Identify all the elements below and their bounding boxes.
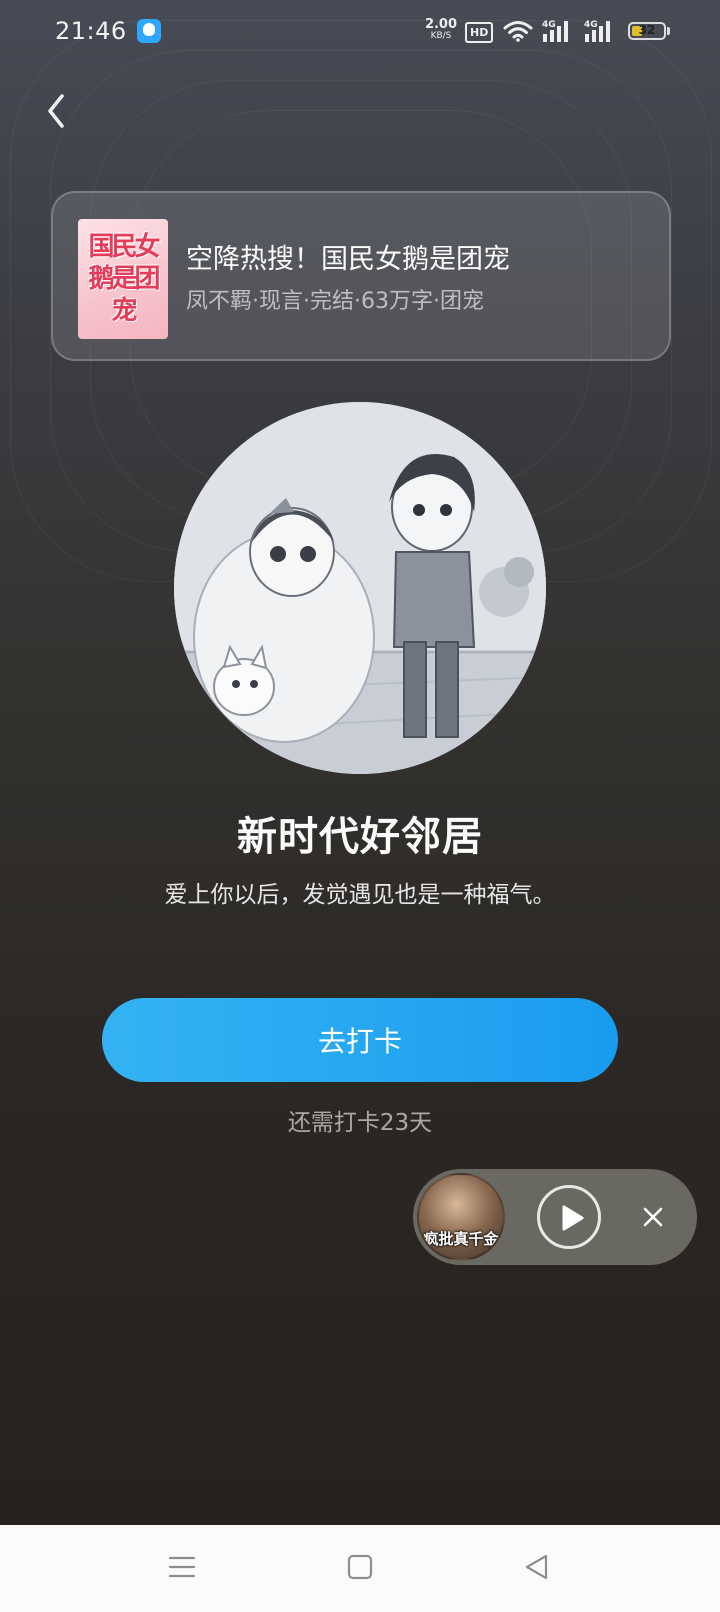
audio-book-cover[interactable]: 疯批真千金 — [417, 1173, 505, 1261]
achievement-title: 新时代好邻居 — [237, 814, 483, 860]
status-bar: 21:46 2.00 KB/S HD 4G 4G 32 — [0, 0, 720, 64]
remaining-days-text: 还需打卡23天 — [287, 1110, 433, 1136]
mini-audio-player[interactable]: 疯批真千金 — [413, 1169, 697, 1265]
close-player-button[interactable] — [633, 1197, 673, 1237]
network-speed-value: 2.00 — [424, 17, 458, 32]
close-icon — [643, 1207, 663, 1227]
illustration-artwork — [174, 402, 546, 774]
battery-tip — [667, 27, 670, 35]
play-icon — [562, 1205, 584, 1231]
achievement-description: 爱上你以后，发觉遇见也是一种福气。 — [164, 882, 556, 908]
system-nav-bar — [0, 1525, 720, 1612]
cellular-signal-icon-2: 4G — [584, 20, 610, 42]
book-cover-title: 国民女鹅是团宠 — [88, 232, 160, 326]
nav-recents-button[interactable] — [166, 1551, 198, 1583]
book-meta: 凤不羁·现言·完结·63万字·团宠 — [186, 289, 484, 314]
cellular-signal-icon: 4G — [542, 20, 568, 42]
book-cover: 国民女鹅是团宠 — [78, 219, 168, 339]
book-title: 空降热搜！国民女鹅是团宠 — [186, 244, 510, 275]
status-time: 21:46 — [55, 17, 127, 45]
home-square-icon — [347, 1554, 373, 1580]
battery-icon: 32 — [628, 22, 666, 40]
nav-back-button[interactable] — [521, 1551, 553, 1583]
wifi-icon — [503, 21, 533, 42]
network-speed-unit: KB/S — [430, 31, 452, 41]
hd-badge: HD — [465, 22, 494, 43]
chevron-left-icon — [48, 94, 64, 128]
nav-home-button[interactable] — [344, 1551, 376, 1583]
back-triangle-icon — [525, 1554, 548, 1580]
network-speed: 2.00 KB/S — [423, 18, 459, 41]
audio-book-cover-title: 疯批真千金 — [423, 1230, 499, 1248]
svg-text:4G: 4G — [584, 20, 598, 30]
book-card[interactable]: 国民女鹅是团宠 空降热搜！国民女鹅是团宠 凤不羁·现言·完结·63万字·团宠 — [51, 191, 671, 361]
menu-icon — [168, 1556, 196, 1578]
svg-text:4G: 4G — [542, 20, 556, 30]
battery-level: 32 — [638, 23, 656, 37]
checkin-button[interactable]: 去打卡 — [102, 998, 618, 1082]
achievement-illustration — [174, 402, 546, 774]
qq-notification-icon — [137, 19, 161, 43]
back-button[interactable] — [36, 88, 76, 134]
screen: 21:46 2.00 KB/S HD 4G 4G 32 国民女鹅是团宠 空降热搜… — [0, 0, 720, 1525]
play-button[interactable] — [537, 1185, 601, 1249]
